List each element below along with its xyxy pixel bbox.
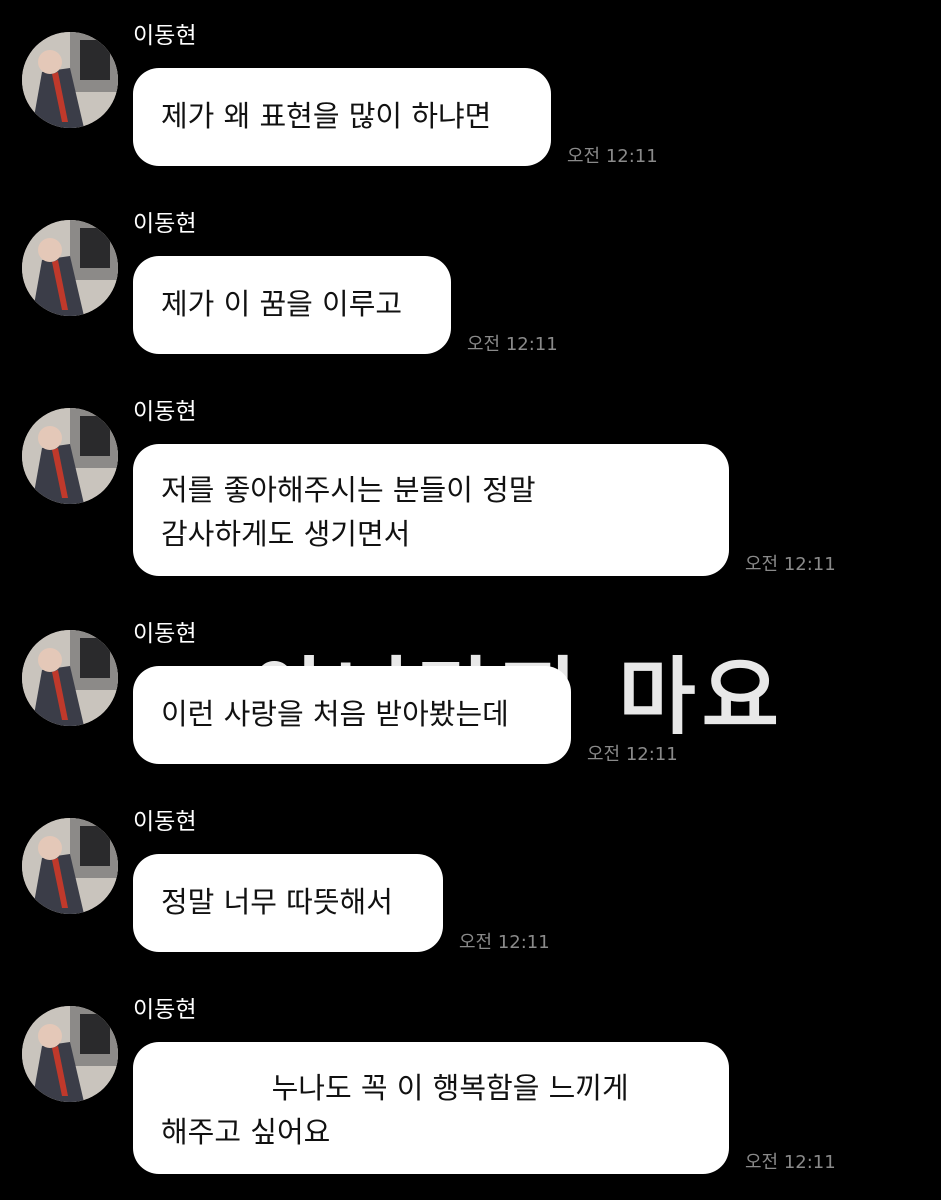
message-bubble[interactable]: 이런 사랑을 처음 받아봤는데 bbox=[133, 666, 571, 764]
avatar[interactable] bbox=[22, 1006, 118, 1102]
message-bubble[interactable]: 정말 너무 따뜻해서 bbox=[133, 854, 443, 952]
message-time: 오전 12:11 bbox=[745, 554, 836, 575]
avatar[interactable] bbox=[22, 818, 118, 914]
sender-name: 이동현 bbox=[133, 211, 197, 237]
sender-name: 이동현 bbox=[133, 621, 197, 647]
message-bubble[interactable]: 제가 이 꿈을 이루고 bbox=[133, 256, 451, 354]
sender-name: 이동현 bbox=[133, 23, 197, 49]
message-time: 오전 12:11 bbox=[745, 1152, 836, 1173]
avatar[interactable] bbox=[22, 408, 118, 504]
sender-name: 이동현 bbox=[133, 399, 197, 425]
message-time: 오전 12:11 bbox=[459, 932, 550, 953]
message-bubble[interactable]: 누나도 꼭 이 행복함을 느끼게 해주고 싶어요 bbox=[133, 1042, 729, 1174]
message-time: 오전 12:11 bbox=[467, 334, 558, 355]
message-bubble[interactable]: 저를 좋아해주시는 분들이 정말 감사하게도 생기면서 bbox=[133, 444, 729, 576]
message-time: 오전 12:11 bbox=[567, 146, 658, 167]
avatar[interactable] bbox=[22, 630, 118, 726]
message-time: 오전 12:11 bbox=[587, 744, 678, 765]
sender-name: 이동현 bbox=[133, 809, 197, 835]
avatar[interactable] bbox=[22, 220, 118, 316]
sender-name: 이동현 bbox=[133, 997, 197, 1023]
avatar[interactable] bbox=[22, 32, 118, 128]
message-bubble[interactable]: 제가 왜 표현을 많이 하냐면 bbox=[133, 68, 551, 166]
